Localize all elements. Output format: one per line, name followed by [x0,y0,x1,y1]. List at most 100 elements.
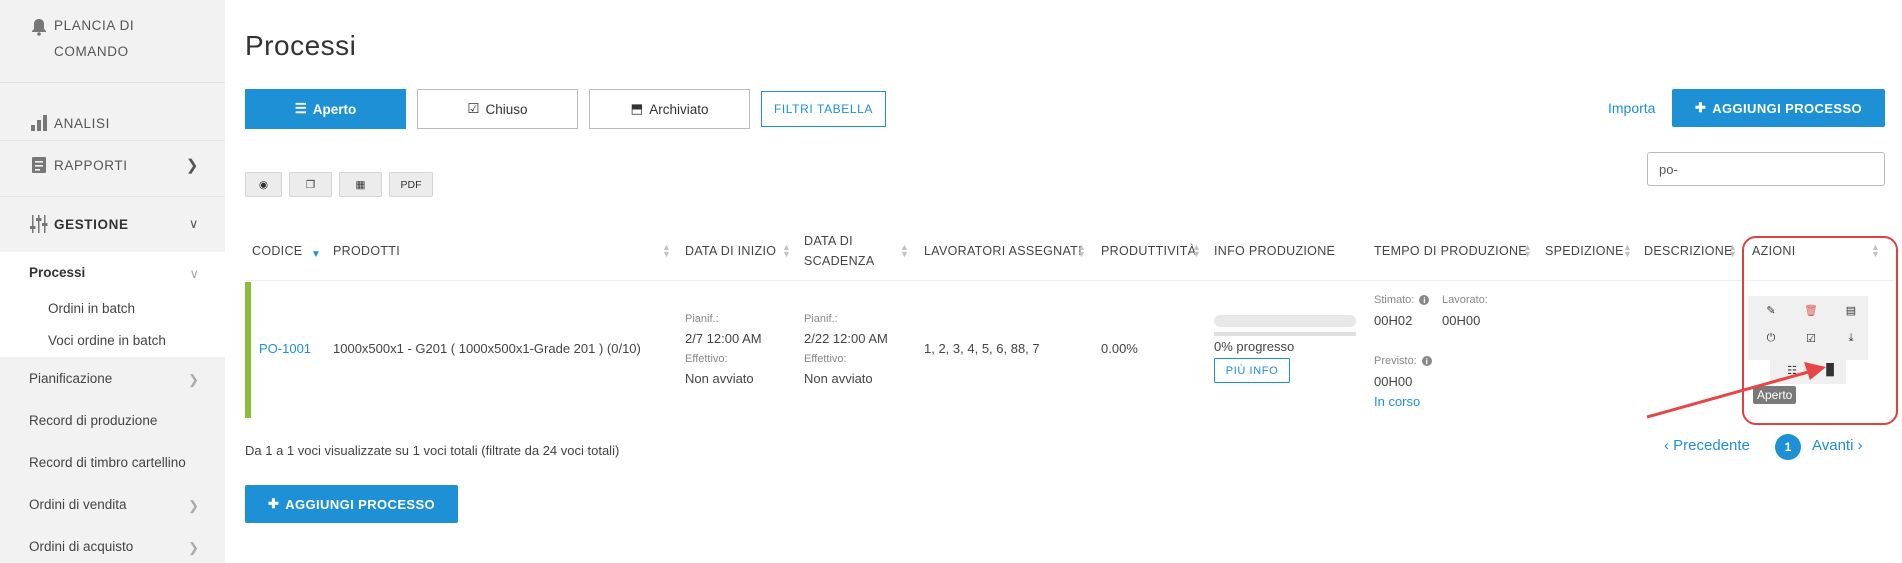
expected-label: Previsto: i [1374,355,1432,367]
table-filters-button[interactable]: FILTRI TABELLA [761,91,886,127]
sort-icon[interactable]: ▲ ▼ [1523,243,1532,259]
chevron-right-icon: ❯ [188,372,199,387]
sort-icon[interactable]: ▲ ▼ [1728,243,1737,259]
excel-export-button[interactable]: ▦ [339,172,382,197]
list-icon: ☰ [294,101,307,116]
add-process-button[interactable]: ✚ AGGIUNGI PROCESSO [1672,89,1885,127]
sort-icon[interactable]: ▲ ▼ [1077,243,1086,259]
copy-icon: ❐ [305,178,316,191]
divider [0,82,225,83]
actual-label: Effettivo: [804,353,847,365]
sidebar-item-management[interactable]: GESTIONE ∨ [0,212,225,236]
button-label: AGGIUNGI PROCESSO [285,496,436,512]
sort-icon[interactable]: ▲ ▼ [1192,243,1201,259]
sidebar-item-dashboard[interactable]: PLANCIA DI COMANDO [0,16,225,65]
chevron-down-icon: ∨ [189,266,199,281]
column-header-code[interactable]: CODICE [252,244,302,258]
tab-open[interactable]: ☰ Aperto [245,89,406,129]
sidebar: PLANCIA DI COMANDO ANALISI RAPPORTI ❯ GE… [0,0,225,563]
sidebar-item-purchase-orders[interactable]: Ordini di acquisto [29,539,133,554]
sort-icon[interactable]: ▲ ▼ [782,243,791,259]
tab-label: Chiuso [485,101,528,117]
copy-button[interactable]: ❐ [289,172,332,197]
link-label: Avanti [1812,437,1854,454]
inbox-icon: ⬒ [630,101,644,116]
import-link[interactable]: Importa [1608,100,1655,116]
tab-label: Aperto [312,101,357,117]
chevron-right-icon: ❯ [185,157,199,174]
row-status-indicator [245,282,251,418]
sidebar-item-production-records[interactable]: Record di produzione [29,413,157,428]
productivity-cell: 0.00% [1101,341,1138,356]
column-header-products[interactable]: PRODOTTI [333,244,400,258]
column-header-production-info[interactable]: INFO PRODUZIONE [1214,244,1335,258]
bell-icon [28,16,50,38]
button-label: AGGIUNGI PROCESSO [1712,100,1863,116]
previous-page-link[interactable]: ‹ Precedente [1664,437,1750,454]
sidebar-item-reports[interactable]: RAPPORTI ❯ [0,153,225,177]
table-info: Da 1 a 1 voci visualizzate su 1 voci tot… [245,443,620,458]
column-header-production-time[interactable]: TEMPO DI PRODUZIONE [1374,244,1527,258]
estimated-value: 00H02 [1374,313,1413,328]
due-actual: Non avviato [804,371,873,386]
sort-icon[interactable]: ▲ ▼ [1623,243,1632,259]
tab-closed[interactable]: ☑ Chiuso [417,89,578,129]
actual-label: Effettivo: [685,353,728,365]
column-header-workers[interactable]: LAVORATORI ASSEGNATI [924,244,1082,258]
header-line: SCADENZA [804,254,875,268]
sort-desc-icon[interactable]: ▼ [311,249,321,260]
pdf-export-button[interactable]: PDF [389,172,433,197]
add-process-button-bottom[interactable]: ✚ AGGIUNGI PROCESSO [245,485,458,523]
link-label: Precedente [1673,437,1750,454]
progress-text: 0% progresso [1214,339,1295,354]
tab-archived[interactable]: ⬒ Archiviato [589,89,750,129]
highlight-box [1742,236,1898,425]
info-icon[interactable]: i [1421,356,1432,367]
expected-value: 00H00 [1374,374,1413,389]
product-cell: 1000x500x1 - G201 ( 1000x500x1-Grade 201… [333,341,641,356]
progress-bar [1214,315,1356,327]
sidebar-item-sales-orders[interactable]: Ordini di vendita [29,497,127,512]
worked-value: 00H00 [1442,313,1481,328]
start-actual: Non avviato [685,371,754,386]
progress-bar-secondary [1214,332,1356,336]
planned-label: Pianif.: [685,313,719,325]
sidebar-item-analysis[interactable]: ANALISI [0,112,225,134]
due-planned: 2/22 12:00 AM [804,331,888,346]
sidebar-item-batch-order-items[interactable]: Voci ordine in batch [48,333,166,348]
next-page-link[interactable]: Avanti › [1812,437,1863,454]
sidebar-item-timecard-records[interactable]: Record di timbro cartellino [29,455,186,470]
column-visibility-button[interactable]: ◉ [245,172,282,197]
check-square-icon: ☑ [467,101,480,116]
column-header-start-date[interactable]: DATA DI INIZIO [685,244,776,258]
process-code-link[interactable]: PO-1001 [259,341,311,356]
sliders-icon [28,213,50,235]
workers-cell: 1, 2, 3, 4, 5, 6, 88, 7 [924,341,1040,356]
sort-icon[interactable]: ▲ ▼ [662,243,671,259]
start-planned: 2/7 12:00 AM [685,331,762,346]
sidebar-item-batch-orders[interactable]: Ordini in batch [48,301,135,316]
column-header-productivity[interactable]: PRODUTTIVITÀ [1101,244,1196,258]
table-icon: ▦ [355,178,366,191]
chevron-right-icon: ❯ [188,540,199,555]
eye-icon: ◉ [258,178,269,191]
sidebar-item-planning[interactable]: Pianificazione [29,371,112,386]
divider [0,196,225,197]
page-title: Processi [245,30,357,61]
sidebar-item-label: ANALISI [54,115,110,131]
current-page[interactable]: 1 [1775,434,1801,460]
plus-icon: ✚ [1694,100,1707,115]
more-info-button[interactable]: PIÙ INFO [1214,358,1290,383]
info-icon[interactable]: i [1419,295,1430,306]
sort-icon[interactable]: ▲ ▼ [900,243,909,259]
chevron-right-icon: ❯ [188,498,199,513]
column-header-due-date[interactable]: DATA DI SCADENZA [804,234,874,268]
status-link[interactable]: In corso [1374,394,1420,409]
worked-label: Lavorato: [1442,294,1488,306]
tab-label: Archiviato [649,101,709,117]
sidebar-item-processes[interactable]: Processi [29,265,85,280]
annotation-arrow [1646,362,1826,419]
column-header-shipping[interactable]: SPEDIZIONE [1545,244,1624,258]
search-input[interactable] [1647,152,1885,186]
column-header-description[interactable]: DESCRIZIONE [1644,244,1733,258]
